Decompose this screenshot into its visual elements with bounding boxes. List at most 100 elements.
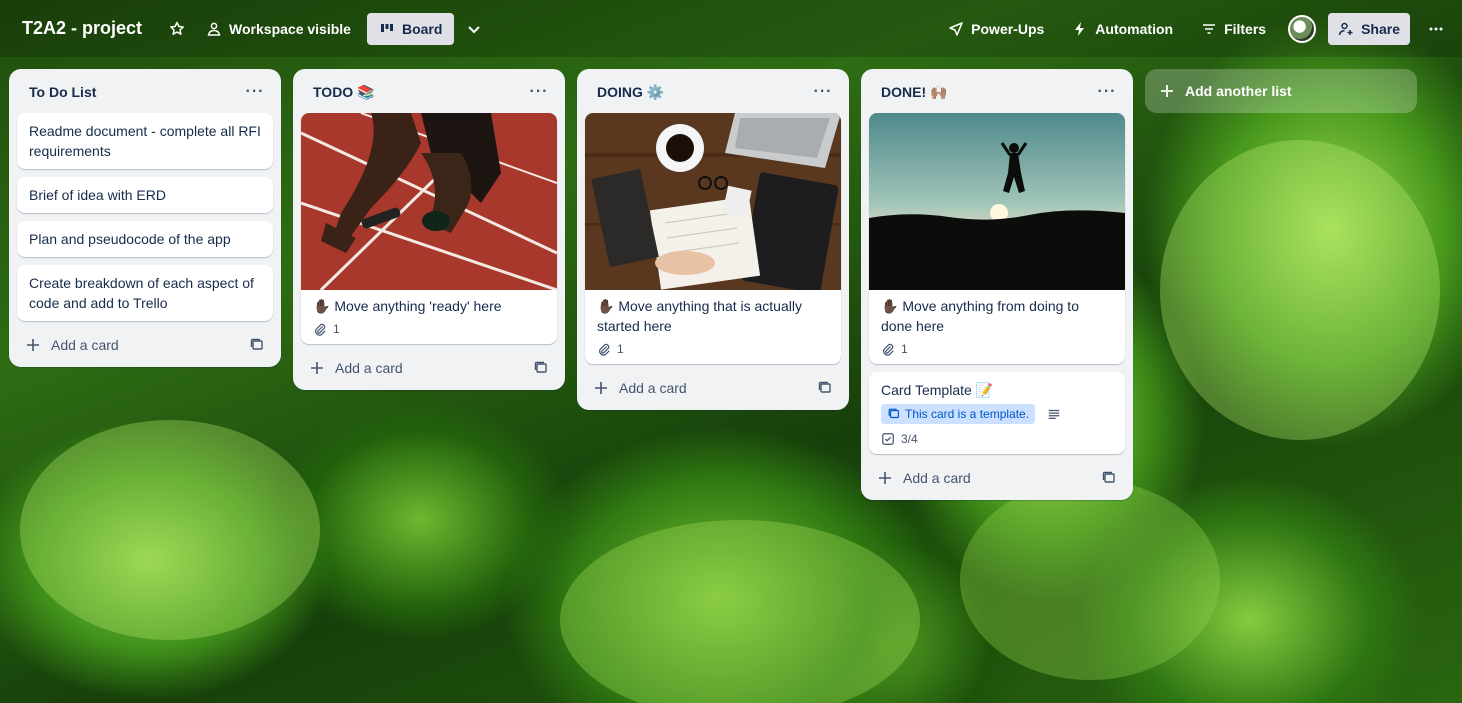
template-icon[interactable] <box>1101 470 1117 486</box>
add-person-icon <box>1338 22 1353 35</box>
people-icon <box>207 22 221 36</box>
card-cover-image-runner <box>301 113 557 290</box>
template-icon[interactable] <box>817 380 833 396</box>
add-card-row: Add a card <box>301 352 557 384</box>
add-card-label: Add a card <box>335 360 403 376</box>
board-header: T2A2 - project Workspace visible Board P… <box>0 0 1462 57</box>
card[interactable]: Readme document - complete all RFI requi… <box>17 113 273 169</box>
add-card-button[interactable]: Add a card <box>593 380 687 396</box>
description-icon <box>1048 409 1060 419</box>
plus-icon <box>879 472 891 484</box>
list-doing: DOING ⚙️ ··· ✋🏿 Move anything that is ac… <box>577 69 849 410</box>
filter-icon <box>1203 23 1216 34</box>
add-card-label: Add a card <box>619 380 687 396</box>
add-card-row: Add a card <box>869 462 1125 494</box>
board-icon <box>380 23 393 32</box>
share-label: Share <box>1361 20 1400 37</box>
lightning-icon <box>1075 21 1085 36</box>
list-header: TODO 📚 ··· <box>301 77 557 107</box>
list-menu-icon[interactable]: ··· <box>1093 78 1121 106</box>
card[interactable]: ✋🏿 Move anything 'ready' here 1 <box>301 113 557 344</box>
checklist-count: 3/4 <box>901 432 918 446</box>
card-cover-image-desk <box>585 113 841 290</box>
more-icon <box>1429 27 1443 30</box>
visibility-label: Workspace visible <box>229 20 351 37</box>
plus-icon <box>595 382 607 394</box>
template-icon[interactable] <box>249 337 265 353</box>
automation-label: Automation <box>1095 20 1174 37</box>
share-button[interactable]: Share <box>1328 12 1410 45</box>
list-to-do: To Do List ··· Readme document - complet… <box>9 69 281 367</box>
checklist-icon <box>882 433 894 445</box>
card[interactable]: ✋🏿 Move anything from doing to done here… <box>869 113 1125 364</box>
add-card-label: Add a card <box>51 337 119 353</box>
attachment-icon <box>599 343 610 356</box>
visibility-button[interactable]: Workspace visible <box>198 13 359 45</box>
list-title[interactable]: To Do List <box>29 84 96 100</box>
list-menu-icon[interactable]: ··· <box>241 78 269 106</box>
card[interactable]: Create breakdown of each aspect of code … <box>17 265 273 321</box>
board-view-label: Board <box>401 20 443 37</box>
filters-label: Filters <box>1224 20 1267 37</box>
list-title[interactable]: DONE! 🙌🏽 <box>881 84 947 101</box>
board-title[interactable]: T2A2 - project <box>22 18 142 39</box>
add-another-list-button[interactable]: Add another list <box>1145 69 1417 113</box>
list-menu-icon[interactable]: ··· <box>809 78 837 106</box>
board-menu-button[interactable] <box>1422 13 1450 45</box>
template-badge-label: This card is a template. <box>905 407 1030 421</box>
card-title: ✋🏿 Move anything 'ready' here <box>313 298 502 314</box>
powerups-button[interactable]: Power-Ups <box>940 13 1052 45</box>
list-todo: TODO 📚 ··· ✋🏿 Move anything 'ready' here… <box>293 69 565 390</box>
card-badges: This card is a template. <box>881 404 1113 424</box>
card-title: ✋🏿 Move anything from doing to done here <box>881 298 1079 334</box>
card-badges: 1 <box>881 342 1113 356</box>
powerups-label: Power-Ups <box>971 20 1045 37</box>
star-button[interactable] <box>162 13 192 45</box>
card-title: Brief of idea with ERD <box>29 187 166 203</box>
star-icon <box>170 21 184 35</box>
plus-icon <box>311 362 323 374</box>
card-title: ✋🏿 Move anything that is actually starte… <box>597 298 802 334</box>
list-done: DONE! 🙌🏽 ··· ✋🏿 Move anything from doing… <box>861 69 1133 500</box>
rocket-icon <box>949 21 963 36</box>
list-title[interactable]: DOING ⚙️ <box>597 84 664 101</box>
add-card-label: Add a card <box>903 470 971 486</box>
list-header: To Do List ··· <box>17 77 273 107</box>
add-card-row: Add a card <box>585 372 841 404</box>
plus-icon <box>1161 85 1173 97</box>
attachment-count: 1 <box>617 342 624 356</box>
template-icon[interactable] <box>533 360 549 376</box>
card[interactable]: ✋🏿 Move anything that is actually starte… <box>585 113 841 364</box>
add-another-list-label: Add another list <box>1185 83 1292 99</box>
attachment-icon <box>315 323 326 336</box>
card-title: Card Template 📝 <box>881 382 994 398</box>
view-switcher-button[interactable] <box>458 13 490 45</box>
chevron-down-icon <box>468 25 481 33</box>
board-view-button[interactable]: Board <box>366 12 455 45</box>
add-card-row: Add a card <box>17 329 273 361</box>
card-title: Plan and pseudocode of the app <box>29 231 231 247</box>
add-card-button[interactable]: Add a card <box>877 470 971 486</box>
list-header: DONE! 🙌🏽 ··· <box>869 77 1125 107</box>
attachment-icon <box>883 343 894 356</box>
card[interactable]: Brief of idea with ERD <box>17 177 273 213</box>
automation-button[interactable]: Automation <box>1064 13 1181 45</box>
template-badge: This card is a template. <box>881 404 1036 424</box>
list-title[interactable]: TODO 📚 <box>313 84 375 101</box>
list-menu-icon[interactable]: ··· <box>525 78 553 106</box>
template-card[interactable]: Card Template 📝 This card is a template.… <box>869 372 1125 454</box>
card-title: Create breakdown of each aspect of code … <box>29 275 254 311</box>
card-badges: 1 <box>313 322 545 336</box>
card-title: Readme document - complete all RFI requi… <box>29 123 261 159</box>
template-icon <box>888 408 899 419</box>
avatar[interactable] <box>1288 14 1317 43</box>
add-card-button[interactable]: Add a card <box>309 360 403 376</box>
attachment-count: 1 <box>901 342 908 356</box>
card-checklist-badge: 3/4 <box>881 432 1113 446</box>
add-card-button[interactable]: Add a card <box>25 337 119 353</box>
card[interactable]: Plan and pseudocode of the app <box>17 221 273 257</box>
filters-button[interactable]: Filters <box>1193 13 1274 45</box>
list-header: DOING ⚙️ ··· <box>585 77 841 107</box>
attachment-count: 1 <box>333 322 340 336</box>
plus-icon <box>27 339 39 351</box>
